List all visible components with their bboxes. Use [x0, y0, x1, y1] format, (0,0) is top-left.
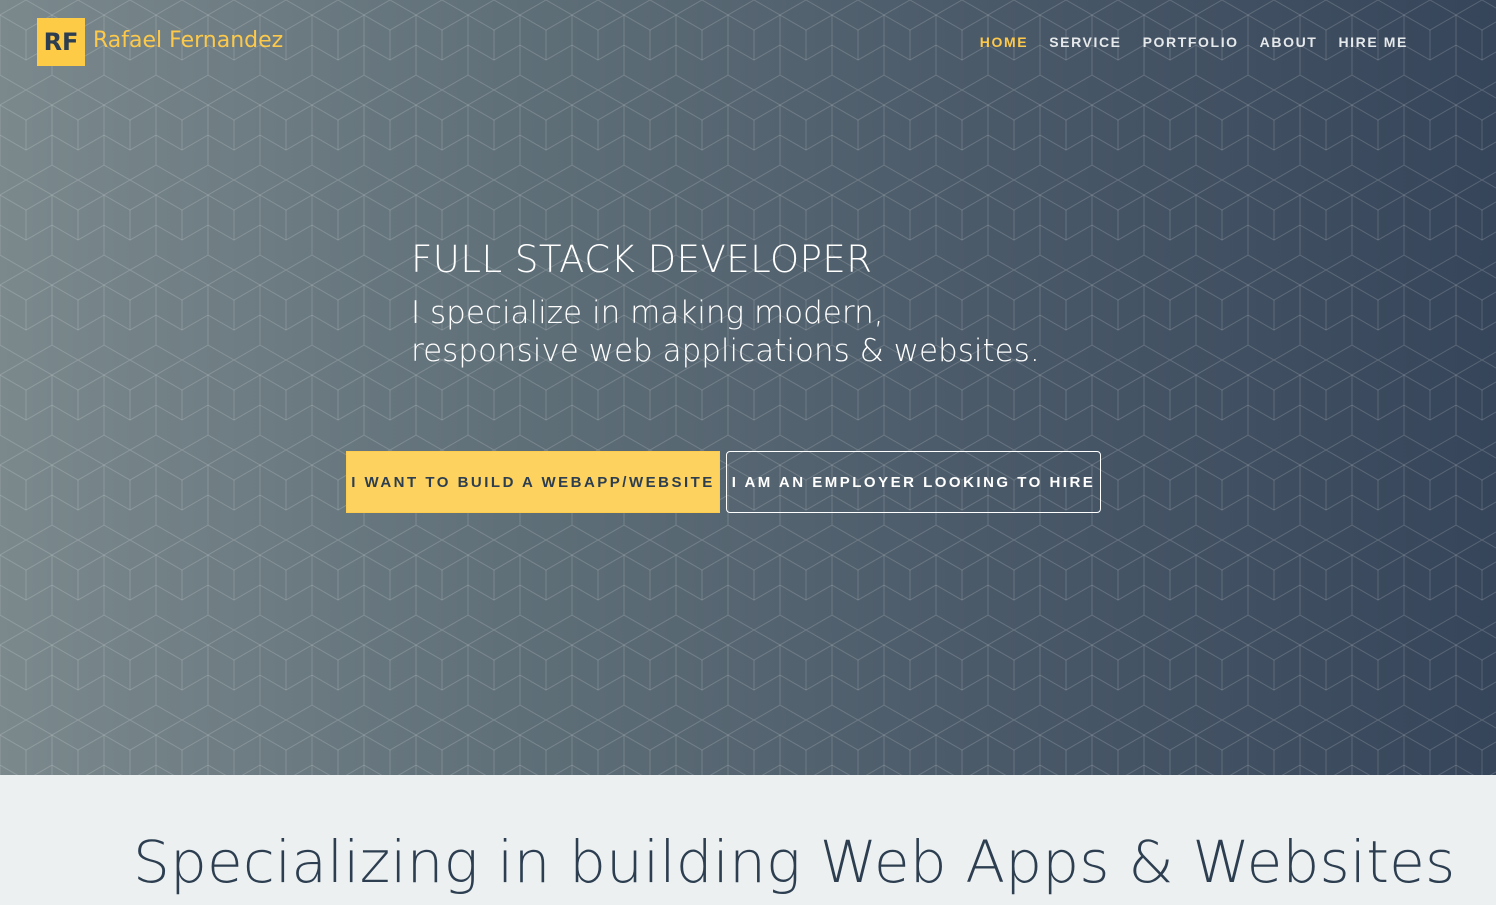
hero-section: RF Rafael Fernandez HOME SERVICE PORTFOL…	[0, 0, 1496, 775]
nav-item-about[interactable]: ABOUT	[1260, 34, 1318, 50]
nav-item-portfolio[interactable]: PORTFOLIO	[1143, 34, 1239, 50]
employer-hire-button[interactable]: I AM AN EMPLOYER LOOKING TO HIRE	[726, 451, 1101, 513]
hero-subtitle-line2: responsive web applications & websites.	[411, 333, 1040, 369]
nav-item-service[interactable]: SERVICE	[1049, 34, 1121, 50]
services-section-title: Specializing in building Web Apps & Webs…	[133, 828, 1456, 896]
hero-subtitle: I specialize in making modern, responsiv…	[411, 294, 1111, 370]
nav-item-home[interactable]: HOME	[980, 34, 1028, 50]
hex-background-pattern	[0, 0, 1496, 775]
build-webapp-button[interactable]: I WANT TO BUILD A WEBAPP/WEBSITE	[346, 451, 720, 513]
hero-title: FULL STACK DEVELOPER	[411, 238, 873, 281]
brand-link[interactable]: RF Rafael Fernandez	[37, 18, 283, 66]
nav-menu: HOME SERVICE PORTFOLIO ABOUT HIRE ME	[959, 34, 1408, 50]
navbar: RF Rafael Fernandez HOME SERVICE PORTFOL…	[0, 0, 1496, 86]
hero-subtitle-line1: I specialize in making modern,	[411, 295, 884, 331]
nav-item-hire-me[interactable]: HIRE ME	[1338, 34, 1408, 50]
brand-logo: RF	[37, 18, 85, 66]
brand-name: Rafael Fernandez	[93, 27, 284, 53]
